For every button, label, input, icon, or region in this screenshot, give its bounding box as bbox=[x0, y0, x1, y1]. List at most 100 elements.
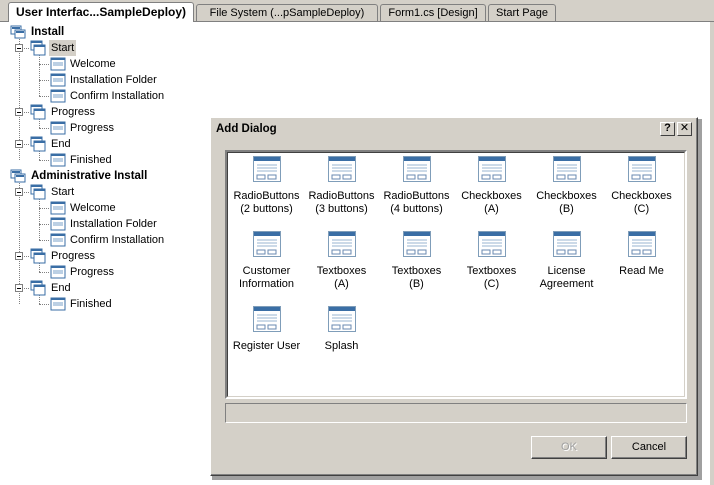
ok-button[interactable]: OK bbox=[531, 436, 607, 459]
template-items-container: RadioButtons (2 buttons) RadioButtons (3 bu… bbox=[227, 152, 685, 397]
tree-label: Progress bbox=[51, 106, 96, 118]
dialog-template-icon bbox=[478, 231, 506, 257]
tree-node-admin-install[interactable]: Administrative Install bbox=[10, 168, 190, 184]
collapse-toggle[interactable] bbox=[15, 188, 23, 196]
dialog-template-item[interactable]: Textboxes (A) bbox=[304, 231, 379, 301]
document-tab-strip: User Interfac...SampleDeploy) File Syste… bbox=[0, 0, 714, 22]
dialog-template-item[interactable]: Customer Information bbox=[229, 231, 304, 301]
template-label-line1: RadioButtons bbox=[308, 190, 375, 202]
dialog-template-icon bbox=[253, 306, 281, 332]
dialog-template-item[interactable]: Checkboxes (B) bbox=[529, 156, 604, 226]
tree-node-admin-progress[interactable]: Progress bbox=[30, 248, 130, 264]
cancel-button[interactable]: Cancel bbox=[611, 436, 687, 459]
tree-node-install-start[interactable]: Start bbox=[30, 40, 130, 56]
dialog-template-label: RadioButtons (4 buttons) bbox=[379, 190, 454, 216]
dialog-template-icon bbox=[628, 156, 656, 182]
dialog-template-label: Checkboxes (C) bbox=[604, 190, 679, 216]
tree-label: Start bbox=[51, 186, 75, 198]
dialog-icon bbox=[50, 57, 66, 71]
template-label-line1: Read Me bbox=[619, 265, 664, 277]
collapse-toggle[interactable] bbox=[15, 252, 23, 260]
dialog-shadow bbox=[212, 476, 702, 480]
tree-label: Progress bbox=[51, 250, 96, 262]
dialog-template-item[interactable]: Splash bbox=[304, 306, 379, 376]
template-label-line2: (C) bbox=[633, 203, 650, 215]
dialog-template-item[interactable]: Textboxes (B) bbox=[379, 231, 454, 301]
tab-start-page[interactable]: Start Page bbox=[488, 4, 556, 21]
help-button[interactable]: ? bbox=[660, 122, 675, 136]
dialog-icon bbox=[50, 217, 66, 231]
tab-user-interface[interactable]: User Interfac...SampleDeploy) bbox=[8, 2, 194, 22]
dialog-template-label: Textboxes (C) bbox=[454, 265, 529, 291]
dialog-template-icon bbox=[478, 156, 506, 182]
tree-node-dialog[interactable]: Progress bbox=[50, 120, 190, 136]
tree-node-dialog[interactable]: Progress bbox=[50, 264, 190, 280]
dialog-template-icon bbox=[628, 231, 656, 257]
tree-label: Confirm Installation bbox=[70, 90, 165, 102]
dialog-group-icon bbox=[30, 136, 46, 152]
template-label-line1: Checkboxes bbox=[536, 190, 597, 202]
tree-node-admin-start[interactable]: Start bbox=[30, 184, 130, 200]
template-label-line2: (3 buttons) bbox=[315, 203, 368, 215]
tree-node-admin-end[interactable]: End bbox=[30, 280, 130, 296]
dialog-template-label: Read Me bbox=[604, 265, 679, 278]
tab-file-system[interactable]: File System (...pSampleDeploy) bbox=[196, 4, 378, 21]
tree-node-dialog[interactable]: Welcome bbox=[50, 56, 190, 72]
tab-form1-design[interactable]: Form1.cs [Design] bbox=[380, 4, 486, 21]
tree-node-install-progress[interactable]: Progress bbox=[30, 104, 130, 120]
dialog-template-item[interactable]: Textboxes (C) bbox=[454, 231, 529, 301]
template-label-line2: (2 buttons) bbox=[240, 203, 293, 215]
template-label-line1: License bbox=[547, 265, 586, 277]
tree-node-dialog[interactable]: Welcome bbox=[50, 200, 190, 216]
description-box bbox=[225, 403, 687, 423]
tree-label: End bbox=[51, 282, 71, 294]
dialog-template-item[interactable]: Register User bbox=[229, 306, 304, 376]
tree-node-dialog[interactable]: Installation Folder bbox=[50, 216, 190, 232]
dialog-group-icon bbox=[30, 280, 46, 296]
tree-label: Finished bbox=[70, 298, 112, 310]
dialog-icon bbox=[50, 201, 66, 215]
collapse-toggle[interactable] bbox=[15, 108, 23, 116]
template-label-line2: (B) bbox=[559, 203, 574, 215]
dialog-template-item[interactable]: Checkboxes (C) bbox=[604, 156, 679, 226]
dialog-template-item[interactable]: Read Me bbox=[604, 231, 679, 301]
template-label-line1: Textboxes bbox=[466, 265, 517, 277]
template-label-line1: RadioButtons bbox=[233, 190, 300, 202]
dialog-template-icon bbox=[253, 156, 281, 182]
dialog-template-list[interactable]: RadioButtons (2 buttons) RadioButtons (3 bu… bbox=[225, 150, 687, 399]
dialog-titlebar[interactable]: Add Dialog ? ✕ bbox=[214, 121, 694, 139]
dialog-template-label: Splash bbox=[304, 340, 379, 353]
dialog-icon bbox=[50, 233, 66, 247]
dialog-template-label: Register User bbox=[229, 340, 304, 353]
computer-setup-icon bbox=[10, 25, 26, 39]
dialog-title: Add Dialog bbox=[216, 123, 277, 135]
dialog-template-item[interactable]: License Agreement bbox=[529, 231, 604, 301]
tree-node-dialog[interactable]: Installation Folder bbox=[50, 72, 190, 88]
tree-label: Installation Folder bbox=[70, 218, 157, 230]
collapse-toggle[interactable] bbox=[15, 140, 23, 148]
dialog-template-item[interactable]: RadioButtons (3 buttons) bbox=[304, 156, 379, 226]
dialog-group-icon bbox=[30, 104, 46, 120]
tree-label: Confirm Installation bbox=[70, 234, 165, 246]
template-label-line1: Textboxes bbox=[316, 265, 367, 277]
tree-node-dialog[interactable]: Confirm Installation bbox=[50, 88, 190, 104]
tree-label: Progress bbox=[70, 266, 115, 278]
tree-node-install[interactable]: Install bbox=[10, 24, 130, 40]
tree-label: Installation Folder bbox=[70, 74, 157, 86]
tree-node-dialog[interactable]: Finished bbox=[50, 296, 190, 312]
tree-node-dialog[interactable]: Confirm Installation bbox=[50, 232, 190, 248]
dialog-icon bbox=[50, 265, 66, 279]
tree-node-dialog[interactable]: Finished bbox=[50, 152, 190, 168]
tree-node-install-end[interactable]: End bbox=[30, 136, 130, 152]
dialog-template-item[interactable]: Checkboxes (A) bbox=[454, 156, 529, 226]
collapse-toggle[interactable] bbox=[15, 284, 23, 292]
dialog-template-label: License Agreement bbox=[529, 265, 604, 291]
dialog-template-label: RadioButtons (2 buttons) bbox=[229, 190, 304, 216]
dialog-template-item[interactable]: RadioButtons (4 buttons) bbox=[379, 156, 454, 226]
close-button[interactable]: ✕ bbox=[677, 122, 692, 136]
tree-label: Install bbox=[31, 26, 65, 38]
collapse-toggle[interactable] bbox=[15, 44, 23, 52]
dialog-template-item[interactable]: RadioButtons (2 buttons) bbox=[229, 156, 304, 226]
template-label-line1: Register User bbox=[232, 340, 301, 352]
tree-label: Welcome bbox=[70, 202, 116, 214]
